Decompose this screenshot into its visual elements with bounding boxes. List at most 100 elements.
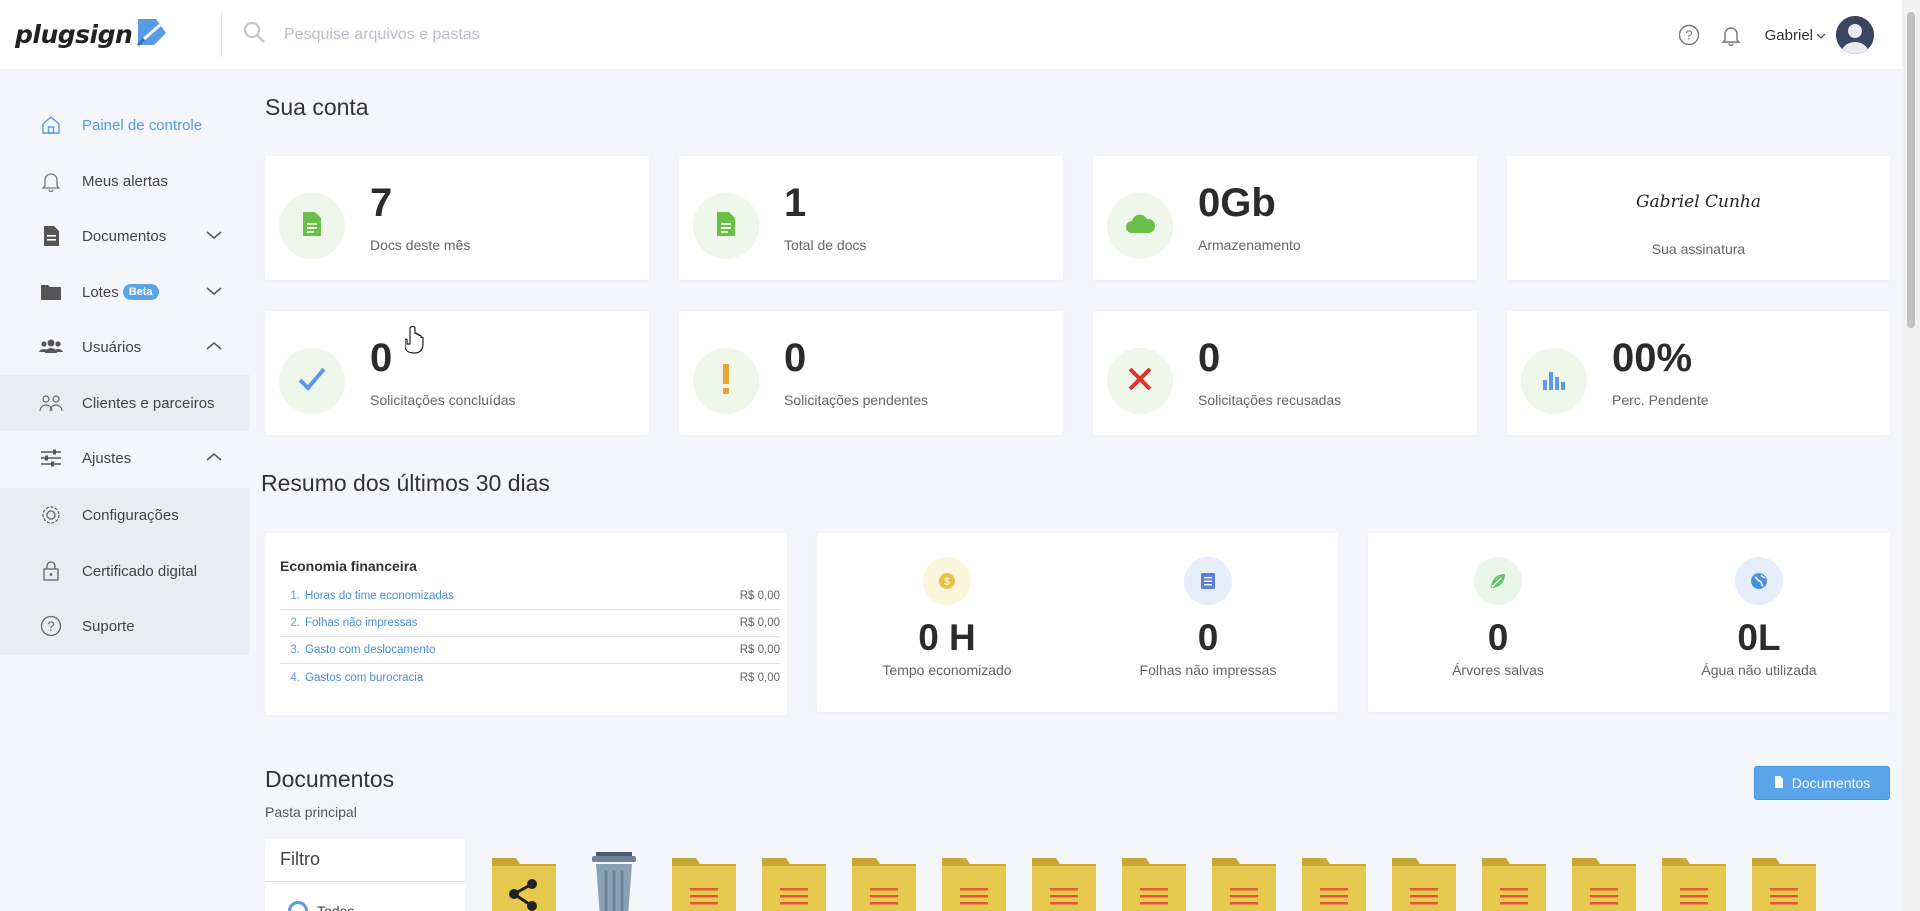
stat-label: Perc. Pendente	[1612, 392, 1709, 408]
stat-card-pending[interactable]: 0 Solicitações pendentes	[679, 311, 1063, 435]
stat-card-refused[interactable]: 0 Solicitações recusadas	[1093, 311, 1477, 435]
stat-value: 0	[370, 336, 393, 380]
folder-icon[interactable]	[1302, 852, 1366, 911]
stat-card-docs-month[interactable]: 7 Docs deste mês	[265, 156, 649, 280]
stat-label: Solicitações recusadas	[1198, 392, 1342, 408]
metric-trees-saved: 0 Árvores salvas	[1368, 557, 1628, 678]
user-menu[interactable]: Gabriel	[1765, 27, 1826, 44]
gear-icon	[39, 503, 63, 527]
sidebar-item-label: Suporte	[82, 617, 135, 635]
file-icon	[301, 211, 323, 242]
metric-label: Tempo economizado	[882, 662, 1012, 678]
economy-value: R$ 0,00	[739, 590, 780, 602]
list-number: 3.	[290, 644, 300, 656]
documents-button[interactable]: Documentos	[1754, 766, 1890, 800]
signature-image: Gabriel Cunha	[1635, 192, 1762, 212]
chevron-down-icon	[206, 227, 222, 245]
folder-icon[interactable]	[1212, 852, 1276, 911]
sidebar-item-label: Usuários	[82, 338, 142, 356]
top-header: plugsign ? Gabriel	[0, 0, 1902, 70]
sidebar-item-configurations[interactable]: Configurações	[0, 490, 250, 540]
folder-icon[interactable]	[672, 852, 736, 911]
scrollbar-thumb[interactable]	[1907, 12, 1915, 328]
trash-icon[interactable]	[582, 852, 646, 911]
metric-time-saved: $ 0 H Tempo economizado	[817, 557, 1077, 678]
metric-value: 0	[1197, 617, 1219, 658]
check-icon	[297, 366, 327, 397]
stat-card-storage[interactable]: 0Gb Armazenamento	[1093, 156, 1477, 280]
sidebar-item-dashboard[interactable]: Painel de controle	[0, 100, 250, 150]
metric-value: 0L	[1737, 617, 1781, 658]
list-item: 1. Horas do time economizadas R$ 0,00	[280, 583, 780, 610]
metric-sheets-not-printed: 0 Folhas não impressas	[1078, 557, 1338, 678]
sidebar-item-label: Ajustes	[82, 449, 132, 467]
bell-icon[interactable]	[1719, 23, 1743, 47]
economy-link[interactable]: Gastos com burocracia	[305, 672, 740, 684]
folder-icon[interactable]	[1392, 852, 1456, 911]
folder-icon[interactable]	[1572, 852, 1636, 911]
stat-icon-circle	[693, 348, 759, 414]
stat-icon-circle	[279, 348, 345, 414]
stat-icon-circle	[1521, 348, 1587, 414]
file-icon	[715, 211, 737, 242]
cloud-icon	[1124, 213, 1156, 240]
globe-icon	[1735, 557, 1783, 605]
avatar[interactable]	[1836, 16, 1874, 54]
metric-label: Folhas não impressas	[1139, 662, 1277, 678]
list-item: 4. Gastos com burocracia R$ 0,00	[280, 664, 780, 691]
sidebar-item-batches[interactable]: Lotes Beta	[0, 267, 250, 317]
folder-icon[interactable]	[1752, 852, 1816, 911]
bell-icon	[39, 169, 63, 193]
folder-icon[interactable]	[1032, 852, 1096, 911]
metric-label: Água não utilizada	[1701, 662, 1817, 678]
stat-label: Solicitações pendentes	[784, 392, 928, 408]
list-item: 2. Folhas não impressas R$ 0,00	[280, 610, 780, 637]
search-icon[interactable]	[242, 20, 266, 49]
search-bar	[242, 20, 842, 49]
sidebar-item-label: Documentos	[82, 227, 167, 245]
sidebar-item-users[interactable]: Usuários	[0, 322, 250, 372]
search-input[interactable]	[284, 25, 784, 44]
coin-icon: $	[923, 557, 971, 605]
logo-pen-icon	[134, 15, 170, 54]
sidebar-item-alerts[interactable]: Meus alertas	[0, 156, 250, 206]
sidebar-item-settings-group[interactable]: Ajustes	[0, 433, 250, 483]
documents-button-label: Documentos	[1791, 775, 1871, 791]
stat-card-percent-pending[interactable]: 00% Perc. Pendente	[1507, 311, 1890, 435]
sidebar-item-support[interactable]: ? Suporte	[0, 601, 250, 651]
sidebar-item-label: Lotes	[82, 283, 119, 301]
svg-text:?: ?	[1685, 28, 1692, 43]
sidebar-item-digital-certificate[interactable]: Certificado digital	[0, 546, 250, 596]
stat-label: Docs deste mês	[370, 237, 471, 253]
folder-icon[interactable]	[852, 852, 916, 911]
x-icon	[1127, 366, 1153, 397]
vertical-scrollbar[interactable]	[1902, 0, 1920, 911]
folder-icon[interactable]	[1662, 852, 1726, 911]
stat-card-completed[interactable]: 0 Solicitações concluídas	[265, 311, 649, 435]
sidebar-item-clients-partners[interactable]: Clientes e parceiros	[0, 375, 250, 431]
economy-link[interactable]: Gasto com deslocamento	[305, 644, 740, 656]
economy-link[interactable]: Horas do time economizadas	[305, 590, 740, 602]
logo[interactable]: plugsign	[15, 15, 205, 54]
folder-icon[interactable]	[1482, 852, 1546, 911]
lock-icon	[39, 559, 63, 583]
svg-text:$: $	[944, 577, 950, 588]
user-name: Gabriel	[1764, 26, 1813, 44]
stat-label: Total de docs	[784, 237, 867, 253]
folder-icon[interactable]	[942, 852, 1006, 911]
signature-card[interactable]: Gabriel Cunha Sua assinatura	[1507, 156, 1890, 280]
folder-icon[interactable]	[1122, 852, 1186, 911]
shared-folder[interactable]	[492, 852, 556, 911]
filter-panel: Filtro Todos	[265, 839, 465, 911]
help-icon[interactable]: ?	[1677, 23, 1701, 47]
metric-value: 0 H	[918, 617, 976, 658]
folder-icon	[39, 280, 63, 304]
home-icon	[39, 113, 63, 137]
stat-card-total-docs[interactable]: 1 Total de docs	[679, 156, 1063, 280]
economy-link[interactable]: Folhas não impressas	[305, 617, 740, 629]
filter-radio[interactable]	[288, 901, 308, 911]
list-item: 3. Gasto com deslocamento R$ 0,00	[280, 637, 780, 664]
sidebar-item-documents[interactable]: Documentos	[0, 211, 250, 261]
metric-label: Árvores salvas	[1452, 662, 1544, 678]
folder-icon[interactable]	[762, 852, 826, 911]
